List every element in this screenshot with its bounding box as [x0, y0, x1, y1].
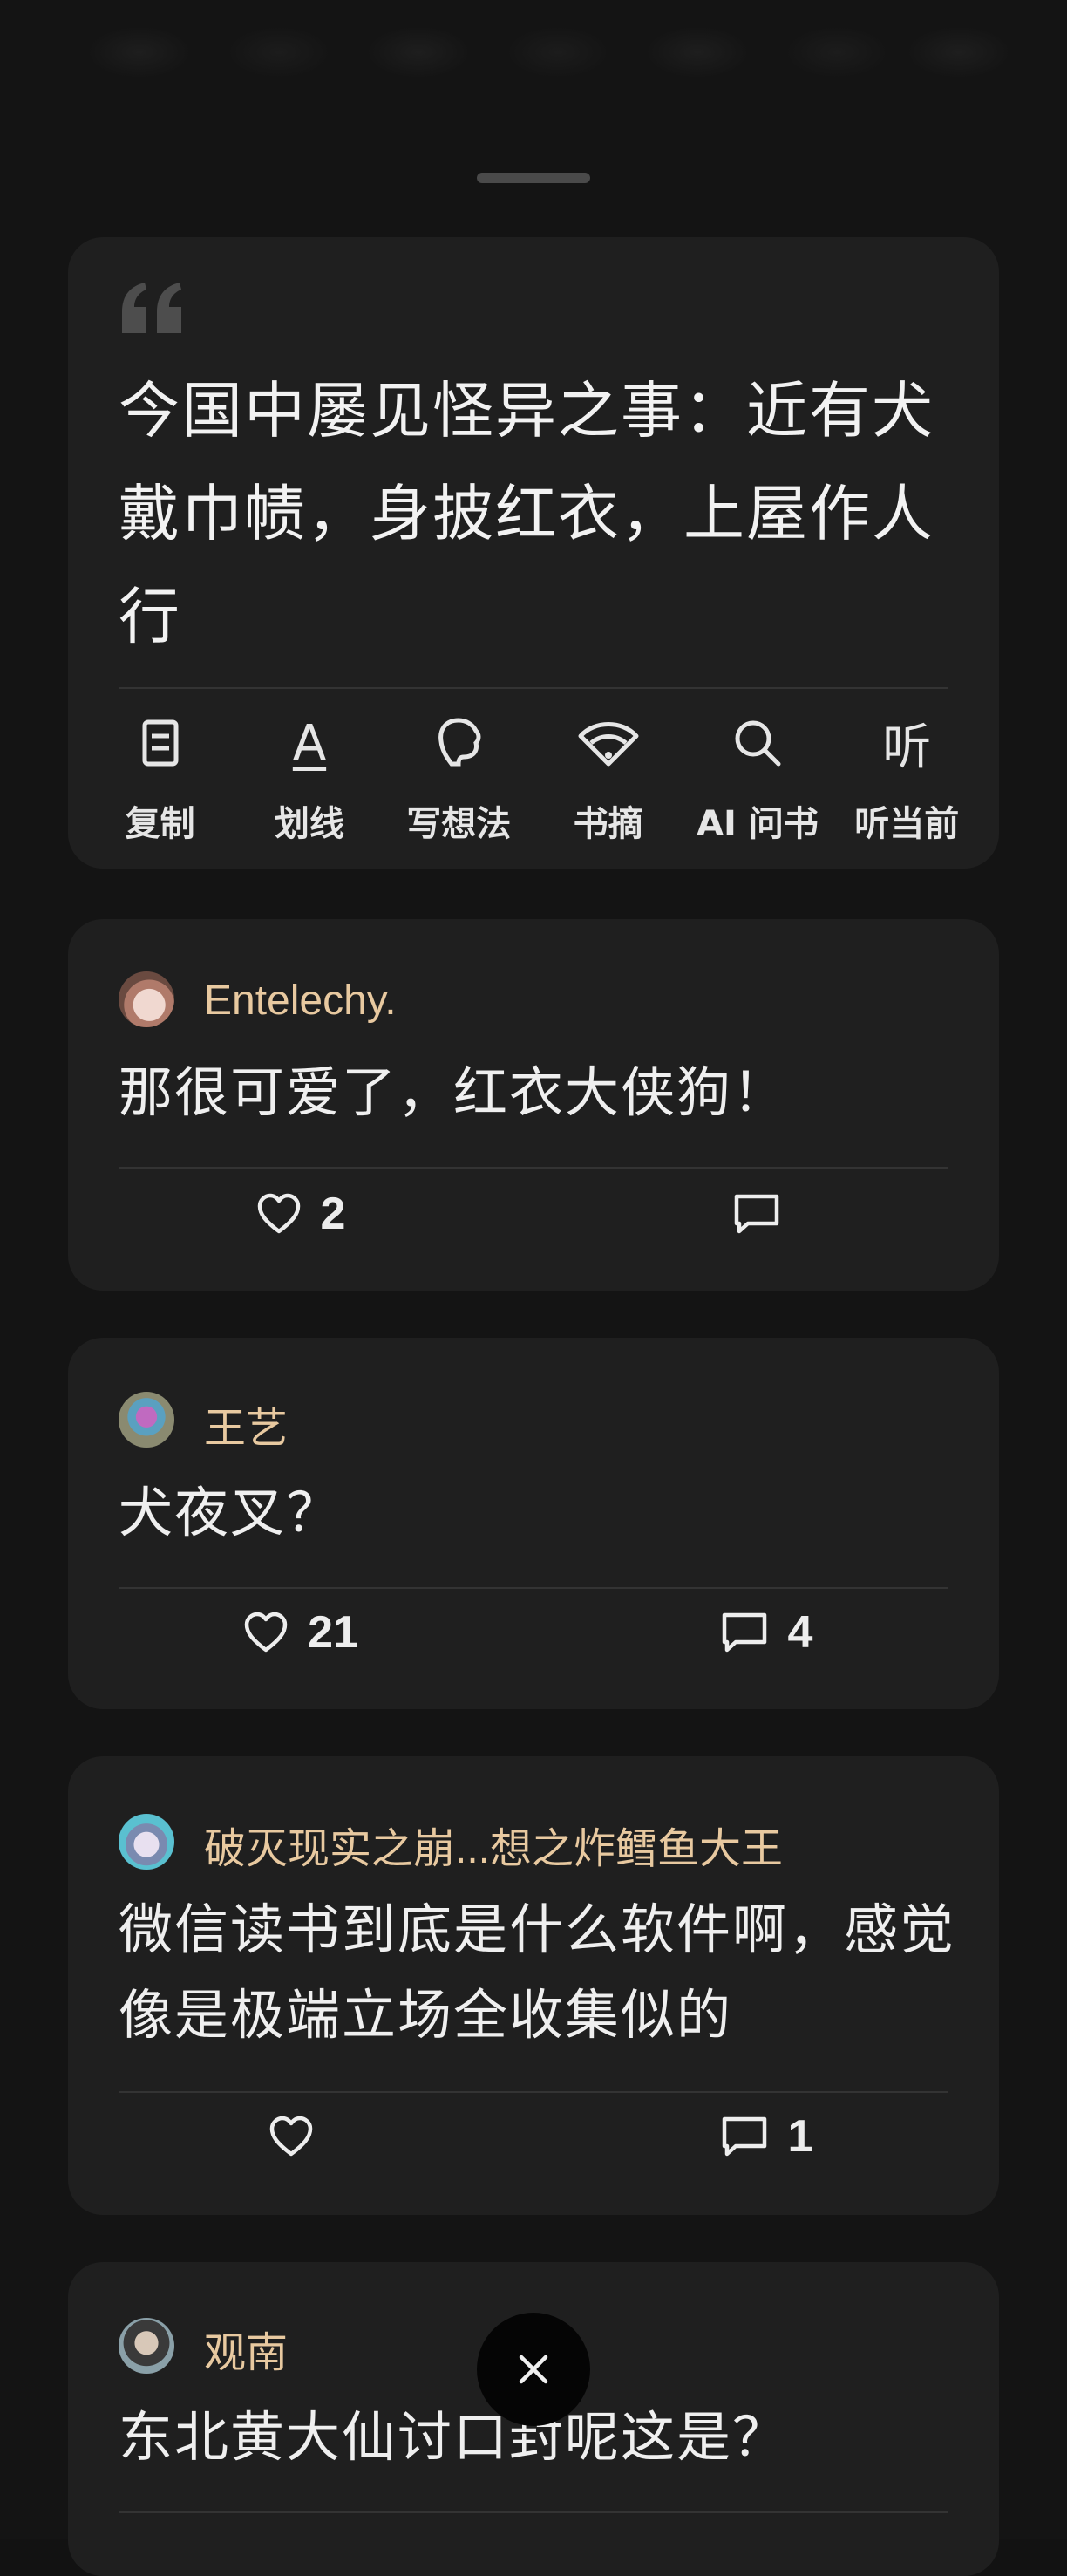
close-icon [519, 2355, 548, 2384]
comment-text: 那很可爱了，红衣大侠狗！ [119, 1060, 789, 1124]
quote-text[interactable]: 今国中屡见怪异之事：近有犬戴巾帻，身披红衣，上屋作人行 [119, 359, 955, 668]
fan-icon [578, 722, 639, 767]
write-thought-button[interactable]: 写想法 [384, 708, 534, 865]
divider [119, 1167, 948, 1169]
underline-icon: A [292, 714, 327, 772]
listen-icon: 听 [882, 719, 932, 776]
comment-card: 王艺 犬夜叉？ 21 4 [68, 1338, 999, 1709]
comment-actions: 1 [68, 2102, 999, 2171]
listen-current-button[interactable]: 听 听当前 [833, 708, 982, 865]
heart-icon [244, 1612, 288, 1653]
excerpt-button[interactable]: 书摘 [534, 708, 683, 865]
heart-icon [257, 1193, 300, 1234]
thought-bubble-icon [438, 718, 481, 767]
like-button[interactable] [68, 2102, 534, 2171]
sheet-drag-handle[interactable] [477, 173, 590, 183]
like-count: 21 [308, 1607, 358, 1658]
comment-actions: 21 4 [68, 1598, 999, 1667]
search-icon [735, 720, 781, 767]
quote-mark-icon [122, 283, 181, 333]
like-count: 2 [320, 1189, 346, 1239]
comment-text: 微信读书到底是什么软件啊，感觉像是极端立场全收集似的 [119, 1898, 956, 2047]
divider [119, 1587, 948, 1589]
comment-username[interactable]: 王艺 [204, 1394, 288, 1455]
copy-icon [142, 719, 179, 767]
comment-username[interactable]: 破灭现实之崩...想之炸鳕鱼大王 [204, 1814, 783, 1875]
quote-card: 今国中屡见怪异之事：近有犬戴巾帻，身披红衣，上屋作人行 复制 A 划线 写想法 … [68, 237, 999, 869]
underline-button[interactable]: A 划线 [234, 708, 384, 865]
comment-card: Entelechy. 那很可爱了，红衣大侠狗！ 2 [68, 919, 999, 1291]
ai-ask-book-label: AI 问书 [697, 804, 819, 844]
close-button[interactable] [477, 2313, 590, 2426]
action-bar: 复制 A 划线 写想法 书摘 AI 问书 听 听当前 [85, 708, 982, 865]
comment-username[interactable]: Entelechy. [204, 977, 397, 1025]
comment-icon [734, 1194, 779, 1234]
divider [119, 2511, 948, 2513]
like-button[interactable]: 2 [68, 1179, 534, 1249]
underline-label: 划线 [274, 804, 344, 844]
listen-current-label: 听当前 [854, 804, 960, 844]
copy-label: 复制 [125, 804, 195, 844]
reply-button[interactable]: 1 [534, 2102, 999, 2171]
heart-icon [269, 2116, 313, 2157]
copy-button[interactable]: 复制 [85, 708, 234, 865]
avatar[interactable] [119, 2318, 174, 2374]
comment-icon [722, 1612, 766, 1653]
comment-actions: 2 [68, 1179, 999, 1249]
comment-username[interactable]: 观南 [204, 2318, 288, 2379]
divider [119, 687, 948, 689]
reply-button[interactable]: 4 [534, 1598, 999, 1667]
comment-card: 破灭现实之崩...想之炸鳕鱼大王 微信读书到底是什么软件啊，感觉像是极端立场全收… [68, 1756, 999, 2215]
like-button[interactable]: 21 [68, 1598, 534, 1667]
comment-icon [722, 2116, 766, 2157]
comment-text: 犬夜叉？ [119, 1481, 343, 1544]
divider [119, 2091, 948, 2093]
avatar[interactable] [119, 1814, 174, 1870]
avatar[interactable] [119, 971, 174, 1027]
reply-count: 1 [787, 2111, 813, 2162]
excerpt-label: 书摘 [573, 804, 643, 844]
ai-ask-book-button[interactable]: AI 问书 [683, 708, 832, 865]
write-thought-label: 写想法 [406, 804, 512, 844]
reply-count: 4 [787, 1607, 813, 1658]
avatar[interactable] [119, 1392, 174, 1448]
reply-button[interactable] [534, 1179, 999, 1249]
